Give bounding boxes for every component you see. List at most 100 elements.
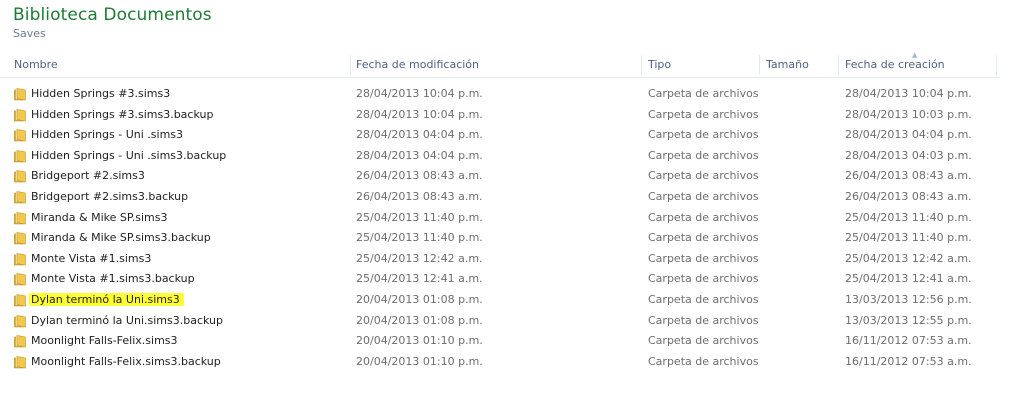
file-name: Moonlight Falls-Felix.sims3 <box>31 334 178 348</box>
file-name: Bridgeport #2.sims3.backup <box>31 189 189 203</box>
file-created-date: 28/04/2013 10:03 p.m. <box>845 107 972 121</box>
column-header-modified[interactable]: Fecha de modificación <box>352 53 640 77</box>
file-name: Hidden Springs - Uni .sims3 <box>31 128 184 142</box>
file-row[interactable]: Moonlight Falls-Felix.sims3 20/04/2013 01… <box>0 331 1000 352</box>
folder-icon <box>14 273 28 286</box>
file-row[interactable]: Hidden Springs - Uni .sims3.backup 28/04/… <box>0 146 1000 167</box>
file-modified-date: 20/04/2013 01:08 p.m. <box>356 292 483 306</box>
file-created-date: 13/03/2013 12:55 p.m. <box>845 313 972 327</box>
file-type: Carpeta de archivos <box>648 272 759 286</box>
file-row[interactable]: Hidden Springs - Uni .sims3 28/04/2013 04… <box>0 125 1000 146</box>
file-created-date: 28/04/2013 04:04 p.m. <box>845 128 972 142</box>
file-row[interactable]: Hidden Springs #3.sims3 28/04/2013 10:04 … <box>0 84 1000 105</box>
folder-icon <box>14 314 28 328</box>
file-modified-date: 28/04/2013 10:04 p.m. <box>356 107 483 121</box>
file-type: Carpeta de archivos <box>648 210 759 224</box>
column-header-row: Nombre Fecha de modificación Tipo Tamaño… <box>0 51 1000 78</box>
file-type: Carpeta de archivos <box>648 128 759 142</box>
file-name: Miranda & Mike SP.sims3.backup <box>31 231 211 245</box>
column-divider[interactable] <box>641 55 642 75</box>
column-header-name[interactable]: Nombre <box>10 53 350 77</box>
file-name: Bridgeport #2.sims3 <box>31 169 145 183</box>
file-name: Hidden Springs #3.sims3 <box>31 87 171 100</box>
folder-icon <box>14 191 28 204</box>
file-type: Carpeta de archivos <box>648 107 759 121</box>
file-name: Moonlight Falls-Felix.sims3.backup <box>31 354 221 368</box>
file-type: Carpeta de archivos <box>648 148 759 162</box>
file-created-date: 25/04/2013 12:41 a.m. <box>845 272 972 286</box>
file-name: Hidden Springs #3.sims3.backup <box>31 107 214 121</box>
folder-icon <box>14 294 28 307</box>
file-row[interactable]: Hidden Springs #3.sims3.backup 28/04/2013… <box>0 105 1000 126</box>
column-divider[interactable] <box>996 55 997 75</box>
file-modified-date: 20/04/2013 01:08 p.m. <box>356 313 483 327</box>
folder-icon <box>14 108 28 122</box>
file-created-date: 28/04/2013 10:04 p.m. <box>845 87 972 100</box>
file-modified-date: 26/04/2013 08:43 a.m. <box>356 189 483 203</box>
folder-icon <box>14 335 28 348</box>
file-modified-date: 28/04/2013 04:04 p.m. <box>356 128 483 142</box>
file-modified-date: 28/04/2013 04:04 p.m. <box>356 148 483 162</box>
file-row[interactable]: Bridgeport #2.sims3.backup 26/04/2013 08:… <box>0 187 1000 208</box>
file-created-date: 25/04/2013 12:42 a.m. <box>845 251 972 265</box>
file-modified-date: 28/04/2013 10:04 p.m. <box>356 87 483 100</box>
file-modified-date: 25/04/2013 12:41 a.m. <box>356 272 483 286</box>
sort-indicator-icon: ▲ <box>912 51 918 59</box>
folder-icon <box>14 129 28 142</box>
file-type: Carpeta de archivos <box>648 169 759 183</box>
file-row[interactable]: Moonlight Falls-Felix.sims3.backup 20/04/… <box>0 352 1000 373</box>
file-type: Carpeta de archivos <box>648 231 759 245</box>
folder-icon <box>14 88 28 101</box>
file-modified-date: 20/04/2013 01:10 p.m. <box>356 334 483 348</box>
library-header: Biblioteca Documentos Saves <box>13 4 212 41</box>
folder-icon <box>14 149 28 163</box>
file-name: Hidden Springs - Uni .sims3.backup <box>31 148 227 162</box>
folder-icon <box>14 252 28 266</box>
file-type: Carpeta de archivos <box>648 189 759 203</box>
file-name: Miranda & Mike SP.sims3 <box>31 210 168 224</box>
file-row[interactable]: Miranda & Mike SP.sims3.backup 25/04/2013… <box>0 228 1000 249</box>
file-row[interactable]: Dylan terminó la Uni.sims3.backup 20/04/2… <box>0 311 1000 332</box>
file-created-date: 25/04/2013 11:40 p.m. <box>845 231 972 245</box>
file-row[interactable]: Miranda & Mike SP.sims3 25/04/2013 11:40 … <box>0 208 1000 229</box>
file-created-date: 16/11/2012 07:53 a.m. <box>845 334 972 348</box>
explorer-window: Biblioteca Documentos Saves Nombre Fecha… <box>0 0 1024 414</box>
file-name-highlighted: Dylan terminó la Uni.sims3 <box>29 292 184 306</box>
file-created-date: 16/11/2012 07:53 a.m. <box>845 354 972 368</box>
file-name: Monte Vista #1.sims3.backup <box>31 272 195 286</box>
folder-icon <box>14 170 28 183</box>
file-name: Monte Vista #1.sims3 <box>31 251 152 265</box>
library-subtitle: Saves <box>13 27 46 40</box>
file-created-date: 13/03/2013 12:56 p.m. <box>845 292 972 306</box>
column-divider[interactable] <box>350 55 351 75</box>
column-divider[interactable] <box>838 55 839 75</box>
file-type: Carpeta de archivos <box>648 292 759 306</box>
library-title: Biblioteca Documentos <box>13 5 212 25</box>
folder-icon <box>14 232 28 245</box>
folder-icon <box>14 355 28 369</box>
file-row[interactable]: Monte Vista #1.sims3.backup 25/04/2013 12… <box>0 269 1000 290</box>
file-modified-date: 20/04/2013 01:10 p.m. <box>356 354 483 368</box>
file-name: Dylan terminó la Uni.sims3.backup <box>31 313 223 327</box>
file-modified-date: 25/04/2013 11:40 p.m. <box>356 210 483 224</box>
file-modified-date: 25/04/2013 12:42 a.m. <box>356 251 483 265</box>
file-type: Carpeta de archivos <box>648 313 759 327</box>
file-created-date: 28/04/2013 04:03 p.m. <box>845 148 972 162</box>
file-type: Carpeta de archivos <box>648 251 759 265</box>
file-created-date: 26/04/2013 08:43 a.m. <box>845 169 972 183</box>
column-divider[interactable] <box>759 55 760 75</box>
column-header-size[interactable]: Tamaño <box>762 53 838 77</box>
file-type: Carpeta de archivos <box>648 334 759 348</box>
file-type: Carpeta de archivos <box>648 354 759 368</box>
file-type: Carpeta de archivos <box>648 87 759 100</box>
file-created-date: 25/04/2013 11:40 p.m. <box>845 210 972 224</box>
file-modified-date: 25/04/2013 11:40 p.m. <box>356 231 483 245</box>
file-row[interactable]: Bridgeport #2.sims3 26/04/2013 08:43 a.m.… <box>0 166 1000 187</box>
file-row[interactable]: Dylan terminó la Uni.sims3 20/04/2013 01:… <box>0 290 1000 311</box>
file-modified-date: 26/04/2013 08:43 a.m. <box>356 169 483 183</box>
column-header-type[interactable]: Tipo <box>644 53 759 77</box>
file-row[interactable]: Monte Vista #1.sims3 25/04/2013 12:42 a.m… <box>0 249 1000 270</box>
column-header-created[interactable]: Fecha de creación <box>841 53 996 77</box>
folder-icon <box>14 211 28 225</box>
file-list: Hidden Springs #3.sims3 28/04/2013 10:04 … <box>0 84 1000 372</box>
